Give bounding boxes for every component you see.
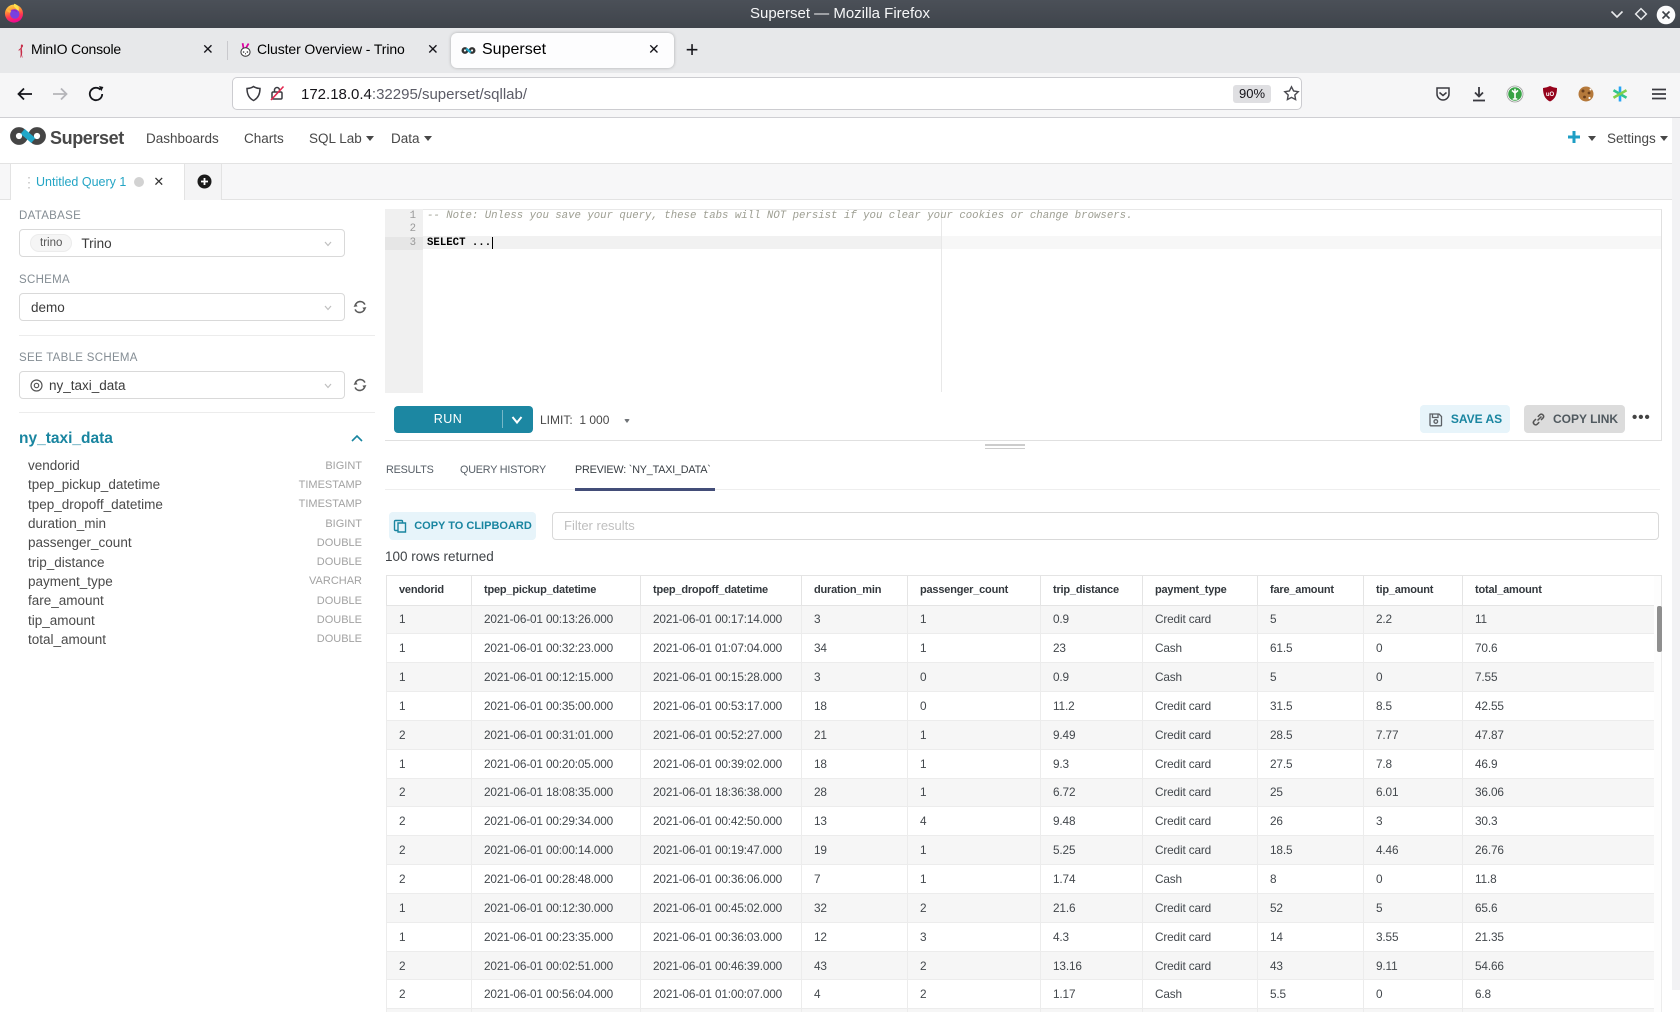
svg-text:uO: uO xyxy=(1546,92,1555,98)
